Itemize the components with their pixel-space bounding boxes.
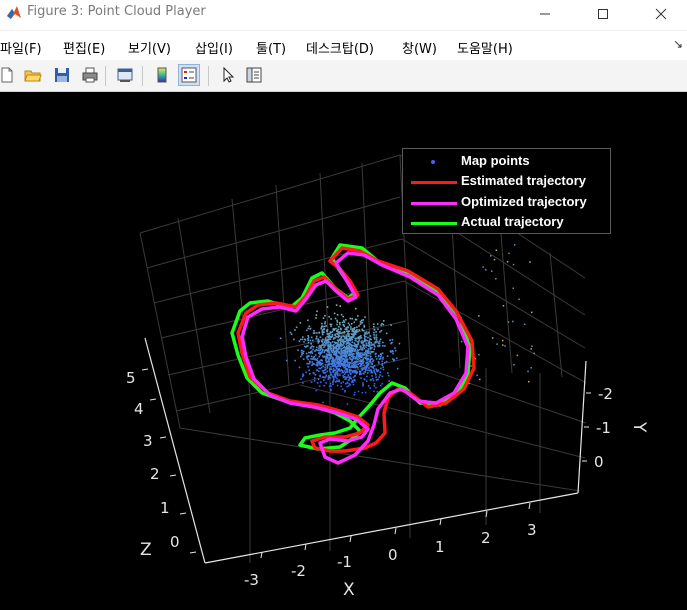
legend-label: Map points [461, 153, 530, 168]
x-tick-labels: -3 -2 -1 0 1 2 3 [244, 521, 537, 589]
menu-file[interactable]: 파일(F) [0, 38, 42, 57]
title-bar: Figure 3: Point Cloud Player [0, 0, 687, 30]
menu-window[interactable]: 창(W) [402, 38, 437, 57]
menu-bar: 파일(F) 편집(E) 보기(V) 삽입(I) 툴(T) 데스크탑(D) 창(W… [0, 30, 687, 60]
y-tick-label: -2 [598, 385, 613, 403]
z-tick-label: 5 [126, 369, 136, 387]
colorbar-icon [157, 67, 167, 83]
close-button[interactable] [638, 0, 684, 28]
legend-button[interactable] [178, 64, 200, 86]
print-button[interactable] [79, 64, 101, 86]
legend-entry-actual: Actual trajectory [403, 214, 612, 232]
z-tick-label: 1 [160, 499, 170, 517]
x-tick-label: 3 [527, 521, 537, 539]
matlab-logo-icon [7, 6, 21, 19]
x-tick-label: -2 [291, 562, 306, 580]
property-inspector-button[interactable] [243, 64, 265, 86]
new-figure-icon [1, 67, 13, 83]
x-tick-label: 1 [435, 538, 445, 556]
close-icon [655, 8, 667, 20]
y-axis-label: Y [629, 421, 649, 433]
window-title: Figure 3: Point Cloud Player [27, 4, 206, 19]
minimize-icon [540, 13, 550, 15]
link-plot-button[interactable] [114, 64, 136, 86]
menu-desktop[interactable]: 데스크탑(D) [306, 38, 374, 57]
z-axis-label: Z [140, 540, 152, 560]
toolbar-separator [208, 66, 209, 86]
z-tick-label: 3 [143, 432, 153, 450]
legend-label: Estimated trajectory [461, 173, 586, 188]
save-button[interactable] [51, 64, 73, 86]
legend-line-icon [411, 202, 457, 205]
dock-arrow-icon[interactable]: ↘ [673, 37, 683, 51]
save-icon [55, 68, 69, 82]
menu-help[interactable]: 도움말(H) [457, 38, 513, 57]
legend-label: Actual trajectory [461, 214, 564, 229]
y-tick-label: 0 [594, 453, 604, 471]
colorbar-button[interactable] [151, 64, 173, 86]
maximize-button[interactable] [580, 0, 626, 28]
menu-insert[interactable]: 삽입(I) [195, 38, 233, 57]
minimize-button[interactable] [522, 0, 568, 28]
z-tick-label: 2 [150, 465, 160, 483]
x-tick-label: 0 [388, 546, 398, 564]
x-tick-label: -1 [337, 553, 352, 571]
x-tick-label: 2 [481, 529, 491, 547]
legend-marker-icon [431, 160, 435, 164]
x-axis-label: X [343, 580, 355, 600]
legend-icon [181, 67, 197, 83]
edit-plot-button[interactable] [217, 64, 239, 86]
legend-entry-optimized: Optimized trajectory [403, 194, 612, 212]
plot-area[interactable]: 0 1 2 3 4 5 Z -3 -2 -1 0 1 2 3 X -2 -1 0… [0, 93, 687, 610]
y-tick-label: -1 [596, 419, 611, 437]
map-points-cloud [279, 244, 535, 405]
tick-marks [141, 368, 591, 559]
figure-toolbar [0, 60, 687, 92]
legend-label: Optimized trajectory [461, 194, 587, 209]
property-inspector-icon [246, 67, 262, 83]
legend-entry-map-points: Map points [403, 153, 612, 171]
new-figure-button[interactable] [0, 64, 18, 86]
print-icon [82, 67, 98, 83]
legend[interactable]: Map points Estimated trajectory Optimize… [402, 148, 611, 234]
open-file-icon [24, 70, 42, 82]
toolbar-separator [142, 66, 143, 86]
legend-entry-estimated: Estimated trajectory [403, 173, 612, 191]
link-plot-icon [117, 68, 133, 82]
maximize-icon [598, 9, 608, 19]
menu-view[interactable]: 보기(V) [128, 38, 171, 57]
z-tick-label: 0 [170, 533, 180, 551]
z-tick-label: 4 [134, 400, 144, 418]
y-tick-labels: -2 -1 0 [594, 385, 613, 471]
open-file-button[interactable] [22, 64, 44, 86]
legend-line-icon [411, 181, 457, 184]
legend-line-icon [411, 222, 457, 225]
z-tick-labels: 0 1 2 3 4 5 [126, 369, 180, 551]
toolbar-separator [105, 66, 106, 86]
menu-tools[interactable]: 툴(T) [256, 38, 286, 57]
menu-edit[interactable]: 편집(E) [63, 38, 105, 57]
x-tick-label: -3 [244, 571, 259, 589]
edit-plot-icon [223, 66, 235, 83]
